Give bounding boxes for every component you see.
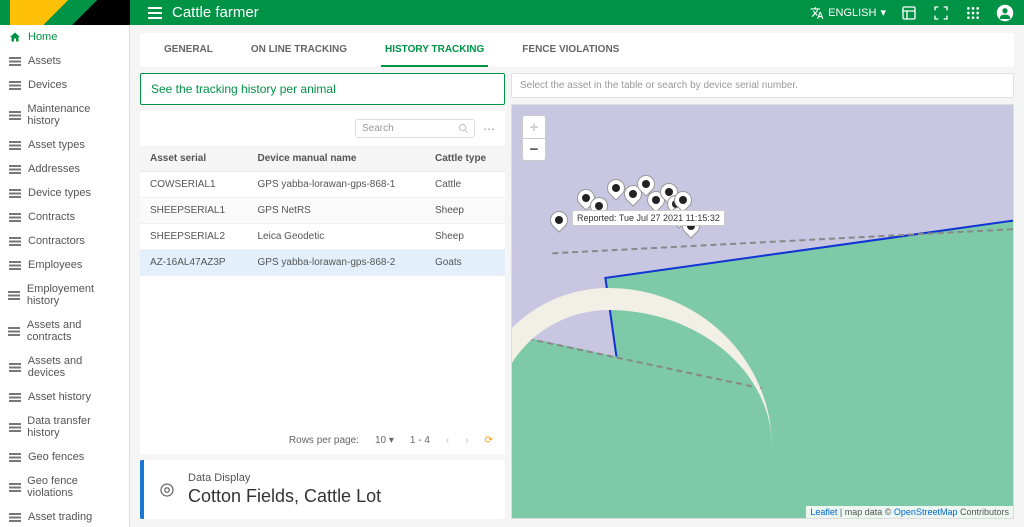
translate-icon	[810, 6, 824, 20]
zoom-out-button[interactable]: −	[523, 138, 545, 160]
list-icon	[8, 259, 22, 271]
sidebar-item-maintenance-history[interactable]: Maintenance history	[0, 97, 129, 133]
sidebar-item-label: Employees	[28, 259, 82, 271]
map[interactable]: + − Leaflet | map data © OpenStreetMap C…	[511, 104, 1014, 519]
list-icon	[8, 55, 22, 67]
list-icon	[8, 289, 21, 301]
sidebar-item-device-types[interactable]: Device types	[0, 181, 129, 205]
sidebar-item-geo-fence-violations[interactable]: Geo fence violations	[0, 469, 129, 505]
apps-icon[interactable]	[964, 4, 982, 22]
sidebar-item-geo-fences[interactable]: Geo fences	[0, 445, 129, 469]
list-icon	[8, 235, 22, 247]
list-icon	[8, 139, 22, 151]
language-selector[interactable]: ENGLISH ▾	[810, 6, 886, 20]
target-icon	[158, 481, 176, 499]
list-icon	[8, 421, 21, 433]
sidebar-item-label: Maintenance history	[27, 103, 121, 127]
sidebar-item-employees[interactable]: Employees	[0, 253, 129, 277]
page-title: Cattle farmer	[172, 4, 259, 21]
fullscreen-icon[interactable]	[932, 4, 950, 22]
sidebar-item-data-transfer-history[interactable]: Data transfer history	[0, 409, 129, 445]
table-row[interactable]: COWSERIAL1GPS yabba-lorawan-gps-868-1Cat…	[140, 172, 505, 198]
sidebar-item-asset-trading[interactable]: Asset trading	[0, 505, 129, 527]
list-icon	[8, 163, 22, 175]
more-icon[interactable]: ⋯	[481, 122, 497, 136]
sidebar-item-asset-types[interactable]: Asset types	[0, 133, 129, 157]
sidebar-item-assets-and-devices[interactable]: Assets and devices	[0, 349, 129, 385]
data-display-card: Data Display Cotton Fields, Cattle Lot	[140, 460, 505, 519]
sidebar-item-label: Asset types	[28, 139, 85, 151]
sidebar-item-contractors[interactable]: Contractors	[0, 229, 129, 253]
sidebar-item-label: Data transfer history	[27, 415, 121, 439]
asset-table-card: Search ⋯ Asset serialDevice manual nameC…	[140, 111, 505, 454]
chevron-down-icon: ▾	[880, 6, 886, 19]
table-pager: Rows per page: 10 ▾ 1 - 4 ‹ › ⟳	[140, 427, 505, 454]
list-icon	[8, 325, 21, 337]
sidebar-item-label: Addresses	[28, 163, 80, 175]
search-input[interactable]: Search	[355, 119, 475, 138]
sidebar-item-label: Asset history	[28, 391, 91, 403]
list-icon	[8, 109, 21, 121]
tab-history-tracking[interactable]: HISTORY TRACKING	[381, 34, 488, 67]
sidebar-item-label: Home	[28, 31, 57, 43]
column-header[interactable]: Asset serial	[140, 146, 248, 172]
column-header[interactable]: Device manual name	[248, 146, 426, 172]
dashboard-icon[interactable]	[900, 4, 918, 22]
sidebar-item-label: Geo fences	[28, 451, 84, 463]
zoom-in-button[interactable]: +	[523, 116, 545, 138]
refresh-icon[interactable]: ⟳	[485, 435, 493, 446]
sidebar-item-contracts[interactable]: Contracts	[0, 205, 129, 229]
menu-toggle-icon[interactable]	[148, 7, 162, 19]
sidebar-item-addresses[interactable]: Addresses	[0, 157, 129, 181]
sidebar-item-label: Devices	[28, 79, 67, 91]
map-attribution: Leaflet | map data © OpenStreetMap Contr…	[806, 506, 1013, 518]
sidebar-item-devices[interactable]: Devices	[0, 73, 129, 97]
sidebar-item-label: Assets and devices	[28, 355, 121, 379]
sidebar-item-label: Contractors	[28, 235, 85, 247]
sidebar-item-employement-history[interactable]: Employement history	[0, 277, 129, 313]
list-icon	[8, 187, 22, 199]
map-search-hint: Select the asset in the table or search …	[511, 73, 1014, 98]
tab-on-line-tracking[interactable]: ON LINE TRACKING	[247, 34, 351, 67]
column-header[interactable]: Cattle type	[425, 146, 505, 172]
map-marker[interactable]	[607, 179, 625, 201]
table-row[interactable]: SHEEPSERIAL2Leica GeodeticSheep	[140, 224, 505, 250]
search-icon	[458, 123, 469, 134]
sidebar-item-assets[interactable]: Assets	[0, 49, 129, 73]
map-tooltip: Reported: Tue Jul 27 2021 11:15:32	[572, 210, 725, 226]
sidebar-item-asset-history[interactable]: Asset history	[0, 385, 129, 409]
rows-per-page-select[interactable]: 10 ▾	[375, 435, 394, 446]
list-icon	[8, 481, 21, 493]
tab-fence-violations[interactable]: FENCE VIOLATIONS	[518, 34, 623, 67]
sidebar: Home Assets Devices Maintenance history Asse…	[0, 25, 130, 527]
tracking-hint: See the tracking history per animal	[140, 73, 505, 105]
list-icon	[8, 451, 22, 463]
list-icon	[8, 391, 22, 403]
list-icon	[8, 211, 22, 223]
sidebar-item-assets-and-contracts[interactable]: Assets and contracts	[0, 313, 129, 349]
tab-general[interactable]: GENERAL	[160, 34, 217, 67]
sidebar-item-label: Assets and contracts	[27, 319, 121, 343]
account-icon[interactable]	[996, 4, 1014, 22]
sidebar-item-label: Assets	[28, 55, 61, 67]
sidebar-item-label: Employement history	[27, 283, 121, 307]
sidebar-item-label: Contracts	[28, 211, 75, 223]
sidebar-item-label: Asset trading	[28, 511, 92, 523]
tab-bar: GENERAL ON LINE TRACKING HISTORY TRACKING F…	[140, 33, 1014, 67]
logo	[10, 0, 130, 25]
sidebar-item-home[interactable]: Home	[0, 25, 129, 49]
list-icon	[8, 361, 22, 373]
sidebar-item-label: Geo fence violations	[27, 475, 121, 499]
table-row[interactable]: AZ-16AL47AZ3PGPS yabba-lorawan-gps-868-2…	[140, 250, 505, 276]
list-icon	[8, 79, 22, 91]
next-page-icon[interactable]: ›	[465, 435, 468, 446]
table-row[interactable]: SHEEPSERIAL1GPS NetRSSheep	[140, 198, 505, 224]
map-marker[interactable]	[550, 211, 568, 233]
sidebar-item-label: Device types	[28, 187, 91, 199]
prev-page-icon[interactable]: ‹	[446, 435, 449, 446]
list-icon	[8, 511, 22, 523]
home-icon	[8, 31, 22, 43]
